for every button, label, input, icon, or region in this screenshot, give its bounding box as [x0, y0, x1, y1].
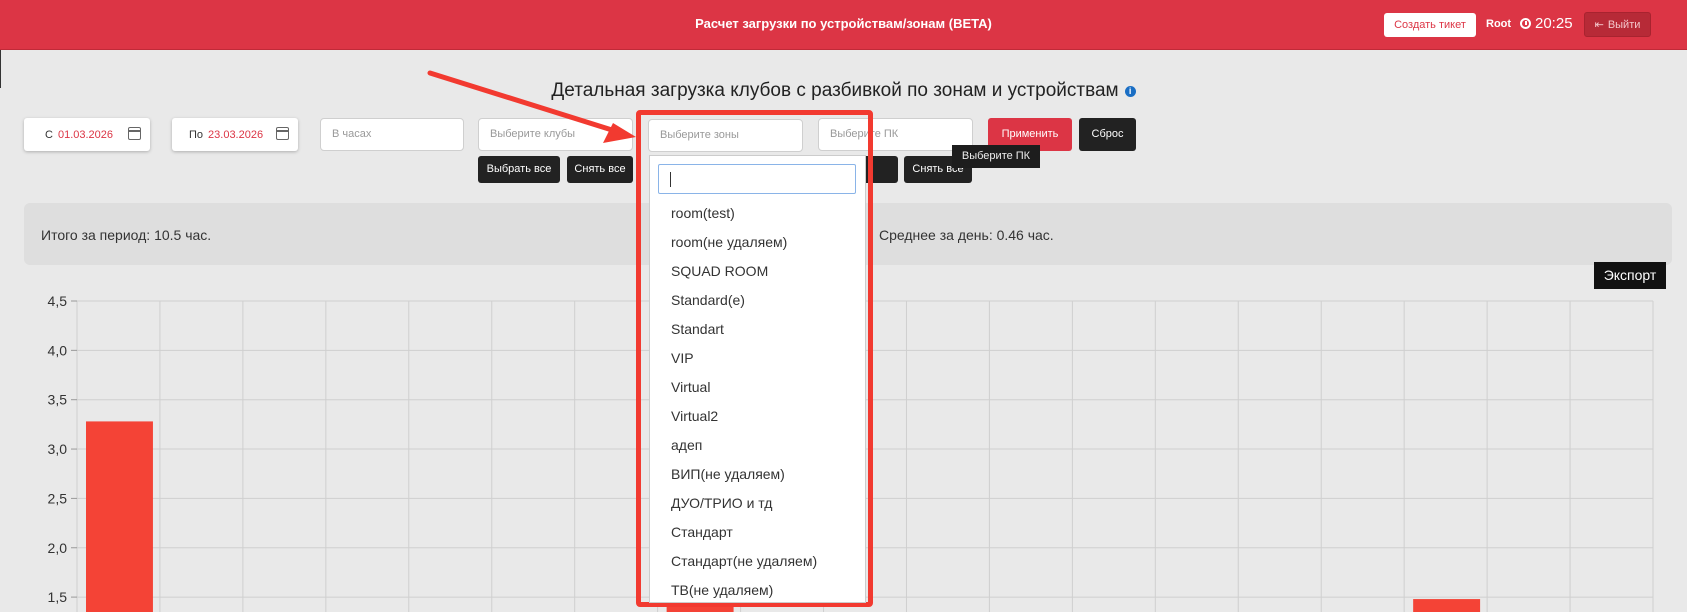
zones-select[interactable]: Выберите зоны: [648, 119, 803, 152]
date-from-value: 01.03.2026: [57, 128, 114, 141]
clubs-deselect-all-button[interactable]: Снять все: [567, 156, 633, 183]
reset-button[interactable]: Сброс: [1079, 118, 1136, 151]
clock-icon: [1520, 18, 1531, 29]
zone-option[interactable]: Стандарт(не удаляем): [650, 547, 865, 576]
top-bar: Расчет загрузки по устройствам/зонам (BE…: [0, 0, 1687, 50]
text-caret: [670, 172, 671, 187]
zone-option[interactable]: room(не удаляем): [650, 228, 865, 257]
page-title-text: Детальная загрузка клубов с разбивкой по…: [551, 80, 1119, 101]
clock: 20:25: [1520, 15, 1573, 32]
y-tick-label: 4,5: [48, 293, 68, 309]
bar[interactable]: [666, 606, 734, 612]
zone-option[interactable]: SQUAD ROOM: [650, 257, 865, 286]
create-ticket-button[interactable]: Создать тикет: [1384, 13, 1476, 37]
bar[interactable]: [86, 421, 153, 612]
date-to-value: 23.03.2026: [208, 128, 264, 141]
zone-option[interactable]: ТВ(не удаляем): [650, 576, 865, 602]
date-from-label: С: [45, 128, 53, 141]
logout-icon: ⇤: [1594, 19, 1604, 31]
clubs-select[interactable]: Выберите клубы: [478, 118, 633, 151]
zone-option[interactable]: Standard(e): [650, 286, 865, 315]
y-tick-label: 3,5: [48, 392, 68, 408]
zone-option[interactable]: Virtual: [650, 373, 865, 402]
zone-option[interactable]: room(test): [650, 199, 865, 228]
logout-button[interactable]: ⇤ Выйти: [1584, 12, 1651, 37]
bar[interactable]: [1413, 599, 1481, 612]
y-tick-label: 2,0: [48, 540, 68, 556]
zone-option[interactable]: ДУО/ТРИО и тд: [650, 489, 865, 518]
page-title: Детальная загрузка клубов с разбивкой по…: [0, 80, 1687, 102]
y-tick-label: 2,5: [48, 490, 68, 506]
pc-tooltip: Выберите ПК: [952, 145, 1040, 168]
user-name: Root: [1486, 18, 1512, 30]
date-from-field[interactable]: С 01.03.2026: [24, 118, 150, 151]
logout-label: Выйти: [1607, 18, 1641, 31]
zone-option[interactable]: VIP: [650, 344, 865, 373]
date-to-field[interactable]: По 23.03.2026: [172, 118, 298, 151]
calendar-icon[interactable]: [276, 127, 289, 140]
zone-option[interactable]: Standart: [650, 315, 865, 344]
calendar-icon[interactable]: [128, 127, 141, 140]
y-tick-label: 4,0: [48, 342, 68, 358]
clock-time: 20:25: [1535, 15, 1573, 32]
y-tick-label: 1,5: [48, 589, 68, 605]
zones-search-input[interactable]: [658, 164, 856, 194]
zone-option[interactable]: Стандарт: [650, 518, 865, 547]
info-icon[interactable]: i: [1124, 86, 1136, 97]
clubs-select-all-button[interactable]: Выбрать все: [478, 156, 560, 183]
zones-options-list: room(test) room(не удаляем) SQUAD ROOM Stan…: [650, 199, 865, 602]
date-to-label: По: [189, 128, 204, 141]
y-tick-label: 3,0: [48, 441, 68, 457]
zones-dropdown: room(test) room(не удаляем) SQUAD ROOM Stan…: [649, 155, 866, 603]
summary-total: Итого за период: 10.5 час.: [41, 227, 212, 243]
summary-average: Среднее за день: 0.46 час.: [879, 227, 1054, 243]
zone-option[interactable]: ВИП(не удаляем): [650, 460, 865, 489]
hours-input[interactable]: В часах: [320, 118, 464, 151]
zone-option[interactable]: адеп: [650, 431, 865, 460]
zone-option[interactable]: Virtual2: [650, 402, 865, 431]
